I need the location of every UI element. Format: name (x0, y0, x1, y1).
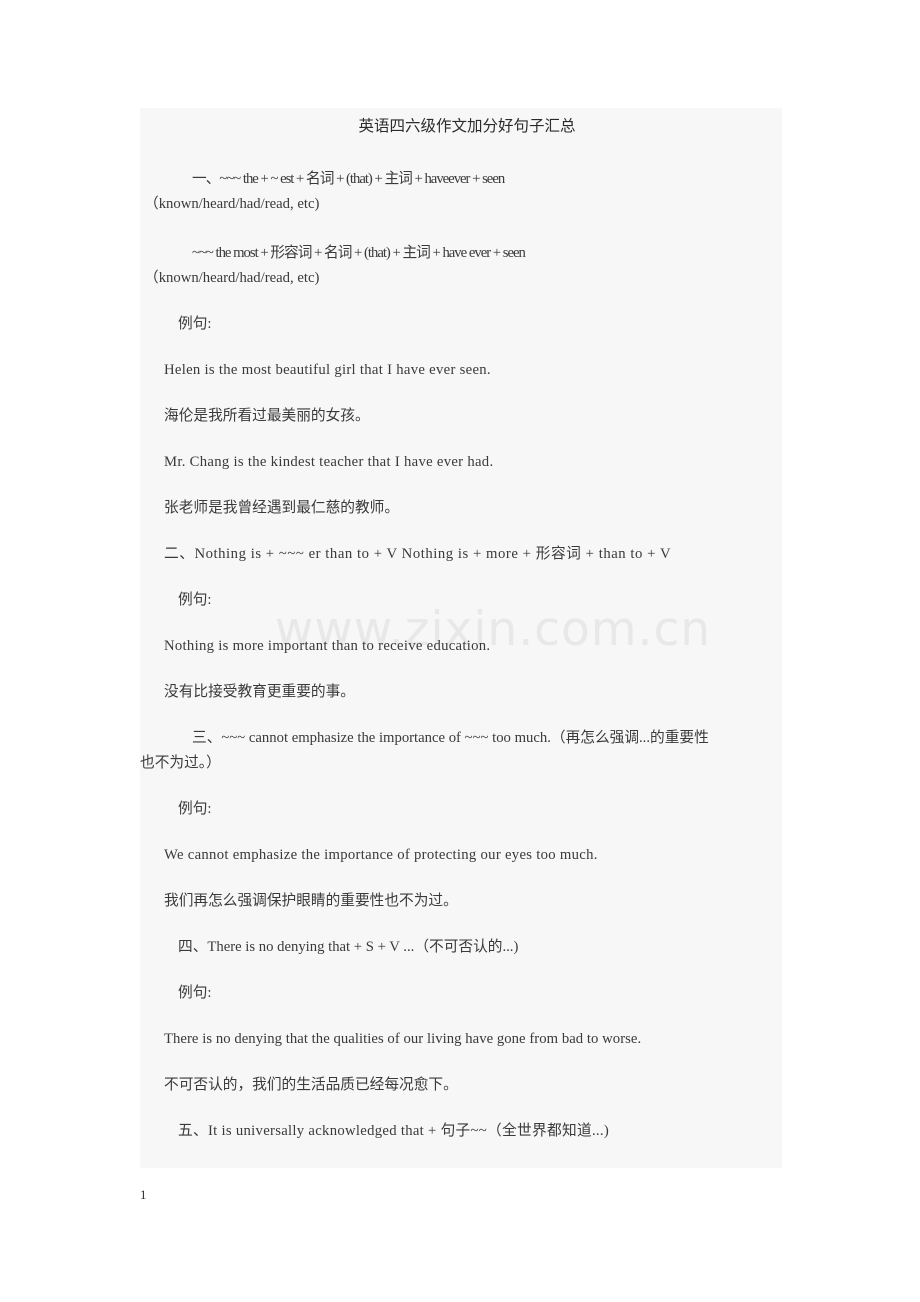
section-2-example-label: 例句: (178, 592, 212, 608)
section-2-example-en: Nothing is more important than to receiv… (164, 638, 491, 654)
section-4-example-label: 例句: (178, 985, 212, 1001)
section-1-heading-line-1: 一、~~~ the + ~ est + 名词 + (that) + 主词 + h… (192, 171, 505, 187)
section-3-example-zh: 我们再怎么强调保护眼睛的重要性也不为过。 (164, 893, 458, 909)
document-text-body: 英语四六级作文加分好句子汇总 一、~~~ the + ~ est + 名词 + … (140, 116, 782, 1168)
section-3-example-en: We cannot emphasize the importance of pr… (164, 847, 598, 863)
section-2-example-zh: 没有比接受教育更重要的事。 (164, 684, 355, 700)
section-1-example-en-1: Helen is the most beautiful girl that I … (164, 362, 491, 378)
section-4-example-en: There is no denying that the qualities o… (164, 1031, 642, 1047)
section-3-example-label: 例句: (178, 801, 212, 817)
section-3-heading-line-1: 三、~~~ cannot emphasize the importance of… (192, 730, 709, 746)
section-4-heading: 四、There is no denying that + S + V ...（不… (178, 939, 519, 955)
section-5-example-label: 例句: (164, 1165, 770, 1168)
section-1-heading-line-2: （known/heard/had/read, etc) (144, 196, 320, 212)
section-4-example-zh: 不可否认的，我们的生活品质已经每况愈下。 (164, 1077, 458, 1093)
section-2-heading: 二、Nothing is + ~~~ er than to + V Nothin… (164, 546, 672, 562)
document-page-sheet: www.zixin.com.cn 英语四六级作文加分好句子汇总 一、~~~ th… (140, 108, 782, 1168)
page-number: 1 (140, 1187, 147, 1202)
section-5-heading: 五、It is universally acknowledged that + … (178, 1123, 610, 1139)
section-1-example-label: 例句: (178, 316, 212, 332)
section-1-example-zh-1: 海伦是我所看过最美丽的女孩。 (164, 408, 370, 424)
section-1-example-zh-2: 张老师是我曾经遇到最仁慈的教师。 (164, 500, 400, 516)
section-1-example-en-2: Mr. Chang is the kindest teacher that I … (164, 454, 494, 470)
section-1-pattern-line-1: ~~~ the most + 形容词 + 名词 + (that) + 主词 + … (192, 245, 526, 261)
document-title: 英语四六级作文加分好句子汇总 (358, 118, 576, 135)
section-3-heading-line-2: 也不为过。） (140, 755, 221, 771)
section-1-pattern-line-2: （known/heard/had/read, etc) (144, 270, 320, 286)
